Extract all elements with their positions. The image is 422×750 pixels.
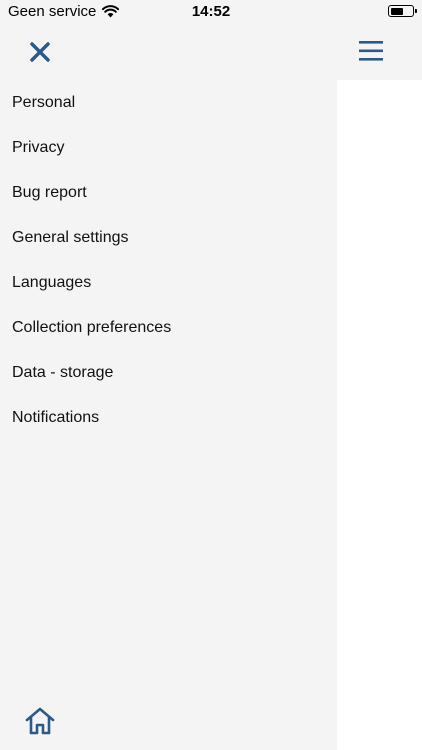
- menu-item-languages[interactable]: Languages: [0, 260, 337, 305]
- status-time: 14:52: [191, 3, 231, 20]
- header-bar: [0, 24, 422, 80]
- menu-item-data-storage[interactable]: Data - storage: [0, 350, 337, 395]
- battery-icon: [388, 5, 417, 17]
- menu-item-notifications[interactable]: Notifications: [0, 395, 337, 440]
- home-icon: [25, 707, 55, 735]
- side-drawer: Personal Privacy Bug report General sett…: [0, 80, 337, 750]
- main-content: [337, 80, 422, 750]
- hamburger-menu-icon: [359, 41, 383, 61]
- battery-cap: [415, 9, 417, 13]
- app-screen: Geen service 14:52 Personal Privacy Bug …: [0, 0, 422, 750]
- settings-menu: Personal Privacy Bug report General sett…: [0, 80, 337, 440]
- menu-item-personal[interactable]: Personal: [0, 80, 337, 125]
- menu-item-bug-report[interactable]: Bug report: [0, 170, 337, 215]
- menu-item-general-settings[interactable]: General settings: [0, 215, 337, 260]
- home-button[interactable]: [24, 706, 56, 736]
- close-button[interactable]: [26, 38, 54, 66]
- menu-item-privacy[interactable]: Privacy: [0, 125, 337, 170]
- menu-item-collection-preferences[interactable]: Collection preferences: [0, 305, 337, 350]
- menu-button[interactable]: [358, 39, 384, 63]
- status-bar: Geen service 14:52: [0, 0, 422, 24]
- close-icon: [30, 42, 50, 62]
- battery-fill: [390, 7, 403, 15]
